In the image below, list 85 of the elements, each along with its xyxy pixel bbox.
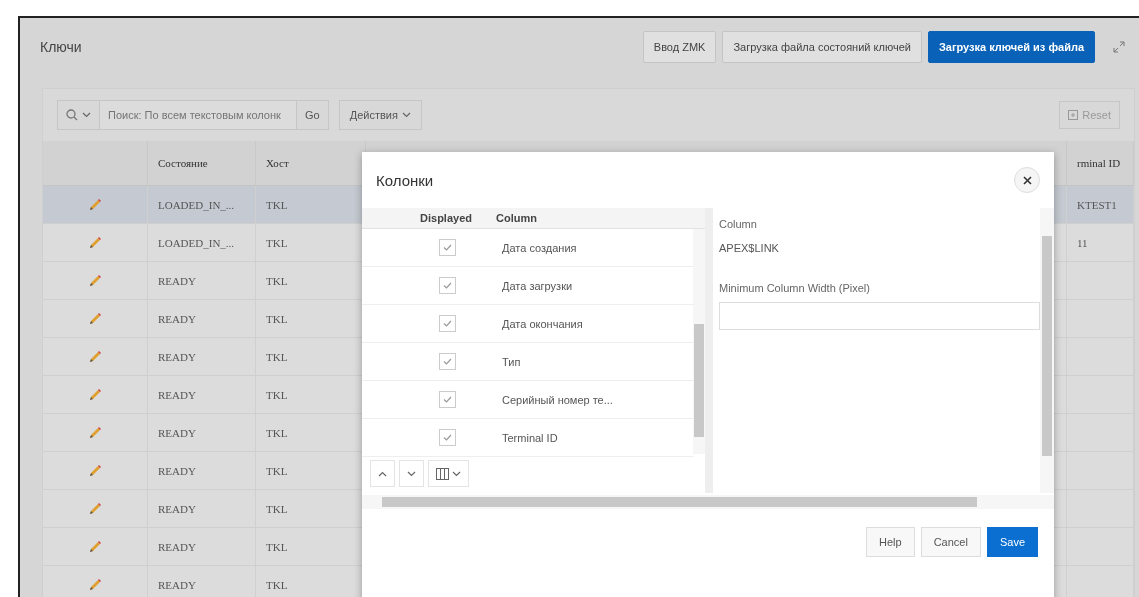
pencil-icon[interactable] (88, 539, 102, 554)
dialog-button[interactable]: Help (866, 527, 915, 557)
pencil-icon[interactable] (88, 501, 102, 516)
scrollbar[interactable] (693, 229, 705, 454)
table-cell: READY (158, 350, 196, 363)
table-cell: TKL (266, 388, 288, 401)
columns-icon (436, 467, 449, 480)
search-menu-button[interactable] (58, 101, 100, 129)
search-icon (66, 109, 78, 121)
pencil-icon[interactable] (88, 577, 102, 592)
caret-icon (82, 112, 91, 118)
checkbox[interactable] (439, 239, 456, 256)
region-button[interactable]: Ввод ZMK (642, 31, 717, 63)
field-label: Column (719, 217, 758, 232)
pencil-icon[interactable] (88, 387, 102, 402)
checkbox[interactable] (439, 353, 456, 370)
columns-menu-button[interactable] (428, 460, 469, 487)
caret-icon (401, 112, 411, 118)
column-name[interactable]: Серийный номер те... (492, 393, 693, 406)
column-header[interactable]: rminal ID (1077, 157, 1121, 169)
checkbox[interactable] (439, 315, 456, 332)
region-button[interactable]: Загрузка ключей из файла (927, 31, 1095, 63)
pencil-icon[interactable] (88, 311, 102, 326)
pencil-icon[interactable] (88, 349, 102, 364)
pencil-icon[interactable] (88, 463, 102, 478)
column-name[interactable]: Дата окончания (492, 317, 693, 330)
plus-box-icon (1068, 110, 1079, 120)
dialog-title: Колонки (376, 171, 435, 189)
table-cell: TKL (266, 350, 288, 363)
column-name[interactable]: Дата создания (492, 241, 693, 254)
scrollbar[interactable] (1040, 208, 1054, 493)
table-cell: READY (158, 426, 196, 439)
table-cell: READY (158, 274, 196, 287)
table-cell: TKL (266, 198, 288, 211)
column-header[interactable]: Хост (266, 157, 289, 169)
table-cell: TKL (266, 464, 288, 477)
column-name[interactable]: Terminal ID (492, 431, 693, 444)
table-cell: READY (158, 388, 196, 401)
table-cell: READY (158, 464, 196, 477)
region-title: Ключи (40, 39, 83, 55)
column-header: Column (495, 212, 538, 224)
table-cell: READY (158, 540, 196, 553)
go-button[interactable]: Go (296, 101, 328, 129)
down-icon (407, 470, 416, 477)
table-cell: READY (158, 578, 196, 591)
table-cell: TKL (266, 426, 288, 439)
field-value: APEX$LINK (719, 241, 780, 254)
actions-button[interactable]: Действия (338, 100, 422, 130)
table-cell: TKL (266, 236, 288, 249)
table-cell: 11 (1077, 236, 1088, 249)
column-header: Displayed (419, 212, 473, 224)
up-icon (378, 470, 387, 477)
table-cell: LOADED_IN_... (158, 236, 235, 249)
pencil-icon[interactable] (88, 197, 102, 212)
table-cell: TKL (266, 578, 288, 591)
search-bar[interactable]: Поиск: По всем текстовым колонк Go (57, 100, 329, 130)
checkbox[interactable] (439, 429, 456, 446)
table-cell: READY (158, 312, 196, 325)
table-cell: TKL (266, 274, 288, 287)
close-icon (1022, 175, 1032, 185)
pencil-icon[interactable] (88, 273, 102, 288)
column-header[interactable]: Состояние (158, 157, 208, 169)
pencil-icon[interactable] (88, 235, 102, 250)
table-cell: TKL (266, 502, 288, 515)
pencil-icon[interactable] (88, 425, 102, 440)
checkbox[interactable] (439, 277, 456, 294)
column-name[interactable]: Дата загрузки (492, 279, 693, 292)
region-button[interactable]: Загрузка файла состояний ключей (722, 31, 922, 63)
dialog-button[interactable]: Cancel (920, 527, 981, 557)
scrollbar[interactable] (362, 495, 1054, 509)
table-cell: TKL (266, 540, 288, 553)
width-input-field[interactable] (719, 302, 1040, 330)
field-label: Minimum Column Width (Pixel) (719, 281, 871, 296)
close-button[interactable] (1014, 167, 1040, 193)
caret-icon (452, 470, 461, 477)
table-cell: READY (158, 502, 196, 515)
table-cell: LOADED_IN_... (158, 198, 235, 211)
dialog-button[interactable]: Save (986, 527, 1038, 557)
expand-icon[interactable] (1113, 41, 1125, 53)
checkbox[interactable] (439, 391, 456, 408)
table-cell: KTEST1 (1077, 198, 1117, 211)
move-up-button[interactable] (370, 460, 395, 487)
column-name[interactable]: Тип (492, 355, 693, 368)
move-down-button[interactable] (399, 460, 424, 487)
table-cell: TKL (266, 312, 288, 325)
